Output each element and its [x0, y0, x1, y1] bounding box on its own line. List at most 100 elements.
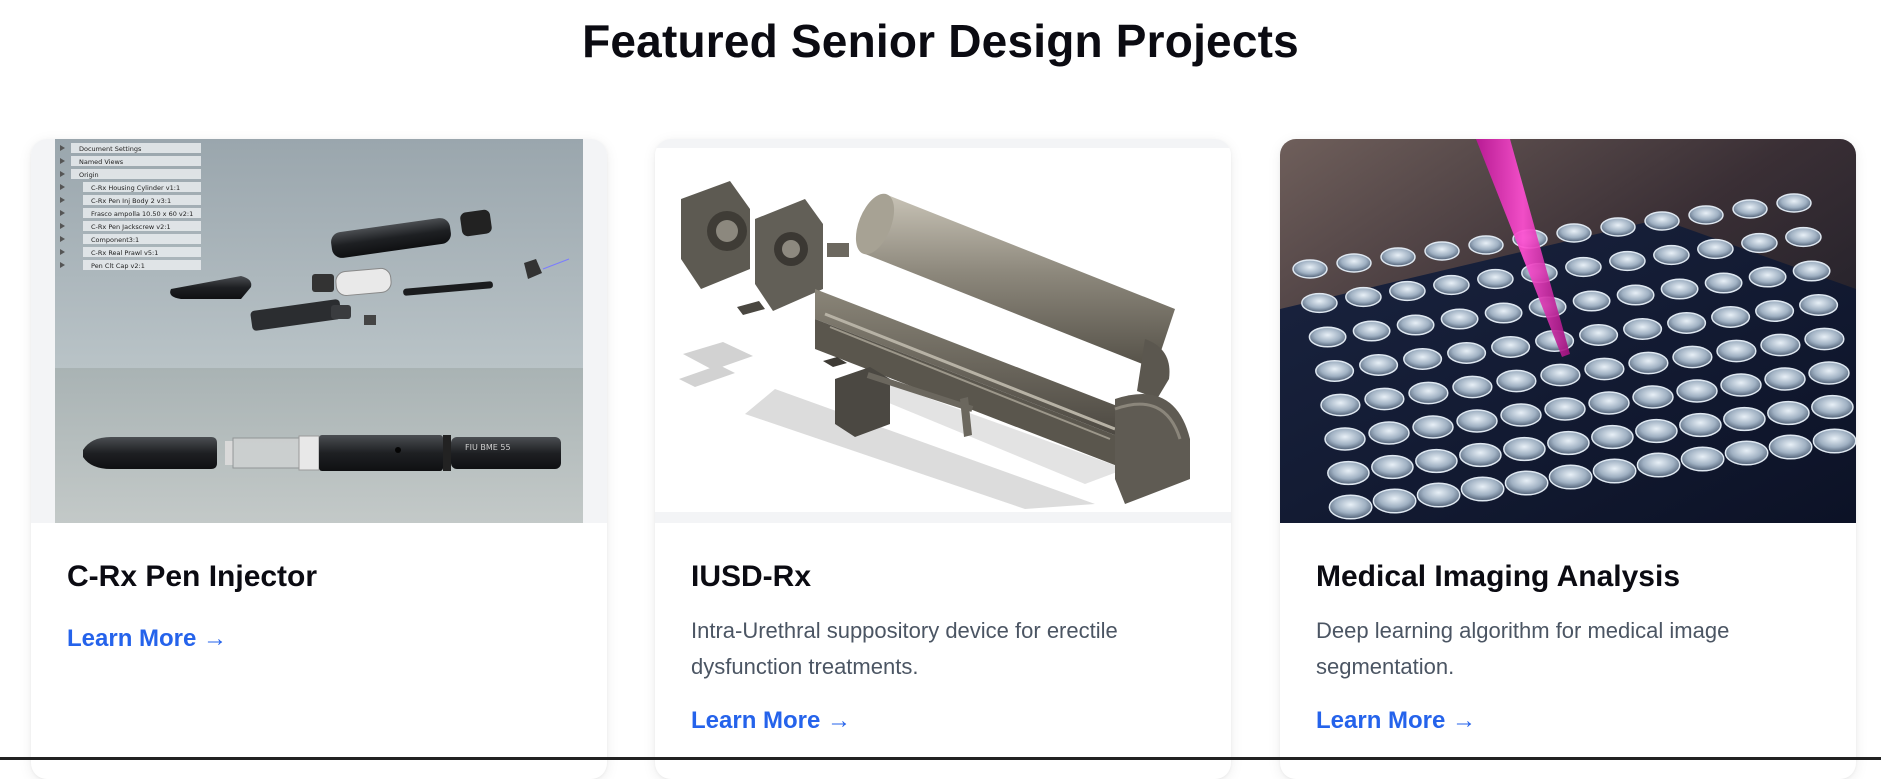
well [1679, 412, 1722, 438]
svg-text:FIU BME 55: FIU BME 55 [465, 443, 511, 452]
well [1503, 436, 1546, 462]
well [1628, 351, 1669, 375]
well [1741, 232, 1778, 254]
well [1460, 476, 1505, 502]
well [1547, 430, 1590, 456]
well [1477, 268, 1514, 290]
cad-tree-label: C-Rx Housing Cylinder v1:1 [91, 184, 180, 192]
well [1327, 460, 1370, 486]
well [1732, 199, 1768, 219]
well [1324, 427, 1366, 451]
well [1447, 342, 1487, 364]
cad-tree-label: C-Rx Pen Inj Body 2 v3:1 [91, 197, 171, 205]
card-title: Medical Imaging Analysis [1316, 560, 1680, 593]
cad-tree-label: Named Views [79, 158, 124, 166]
well [1540, 363, 1581, 387]
well [1292, 259, 1328, 279]
well [1760, 333, 1801, 357]
well [1644, 211, 1680, 231]
well [1635, 418, 1678, 444]
learn-more-link[interactable]: Learn More → [691, 707, 851, 735]
well [1565, 256, 1602, 278]
well [1556, 223, 1592, 243]
page-title: Featured Senior Design Projects [582, 15, 1299, 67]
well [1408, 381, 1449, 405]
cad-tree-label: Origin [79, 171, 99, 179]
lab-pipette-tray-photo [1280, 139, 1856, 523]
project-card-c-rx[interactable]: Document Settings Named Views Origin C-Rx H… [31, 139, 607, 779]
well [1415, 448, 1458, 474]
well [1371, 454, 1414, 480]
cad-tree-label: Frasco ampolla 10.50 x 60 v2:1 [91, 210, 193, 218]
cad-tree-label: Document Settings [79, 145, 142, 153]
well [1768, 434, 1813, 460]
cad-tree-label: C-Rx Pen Jackscrew v2:1 [91, 223, 171, 231]
well [1609, 250, 1646, 272]
well [1680, 446, 1725, 472]
well [1336, 253, 1372, 273]
well [1755, 300, 1795, 322]
well [1345, 286, 1382, 308]
well [1767, 400, 1810, 426]
well [1548, 464, 1593, 490]
well [1452, 375, 1493, 399]
well [1716, 339, 1757, 363]
well [1496, 369, 1537, 393]
well [1389, 280, 1426, 302]
well [1724, 440, 1769, 466]
well [1600, 217, 1636, 237]
well [1764, 367, 1806, 391]
well [1456, 409, 1498, 433]
well [1632, 385, 1674, 409]
well [1776, 193, 1812, 213]
well [1584, 357, 1625, 381]
well [1588, 391, 1630, 415]
learn-more-link[interactable]: Learn More → [1316, 707, 1476, 735]
well [1544, 397, 1586, 421]
project-card-medical-imaging[interactable]: Medical Imaging Analysis Deep learning a… [1280, 139, 1856, 779]
well [1403, 348, 1443, 370]
well [1372, 488, 1417, 514]
well [1799, 294, 1839, 316]
well [1688, 205, 1724, 225]
well [1592, 458, 1637, 484]
well [1491, 336, 1531, 358]
well [1433, 274, 1470, 296]
well [1424, 241, 1460, 261]
well [1380, 247, 1416, 267]
well [1808, 361, 1850, 385]
well [1653, 244, 1690, 266]
well [1723, 406, 1766, 432]
well [1468, 235, 1504, 255]
well [1697, 238, 1734, 260]
learn-more-link[interactable]: Learn More → [67, 625, 227, 653]
well [1711, 306, 1751, 328]
well [1359, 354, 1399, 376]
well [1484, 302, 1523, 324]
well [1459, 442, 1502, 468]
well [1591, 424, 1634, 450]
well [1792, 260, 1831, 282]
well [1748, 266, 1787, 288]
cad-tree-label: C-Rx Real Prawl v5:1 [91, 249, 158, 257]
well [1636, 452, 1681, 478]
well [1616, 284, 1655, 306]
well [1412, 415, 1454, 439]
well [1660, 278, 1699, 300]
card-title: C-Rx Pen Injector [67, 560, 318, 593]
well [1572, 290, 1611, 312]
well [1667, 312, 1707, 334]
cad-tree-label: Component3:1 [91, 236, 139, 244]
well [1396, 314, 1435, 336]
well [1623, 318, 1663, 340]
well [1812, 428, 1856, 454]
cad-exploded-device-image [655, 139, 1231, 523]
well [1676, 379, 1718, 403]
cad-tree-label: Pen Clt Cap v2:1 [91, 262, 145, 270]
well [1704, 272, 1743, 294]
well [1672, 345, 1713, 369]
well [1320, 393, 1361, 417]
well [1308, 326, 1347, 348]
card-title: IUSD-Rx [691, 560, 812, 593]
project-card-iusd-rx[interactable]: IUSD-Rx Intra-Urethral suppository devic… [655, 139, 1231, 779]
